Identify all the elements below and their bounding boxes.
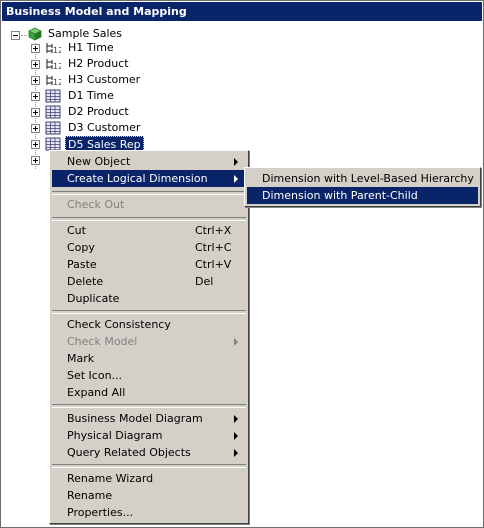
hierarchy-icon: 12 — [46, 75, 61, 87]
expand-node-icon[interactable] — [31, 92, 40, 101]
table-icon — [45, 121, 61, 135]
panel-title: Business Model and Mapping — [2, 2, 482, 21]
expand-node-icon[interactable] — [31, 76, 40, 85]
submenu-item-level-based-hierarchy[interactable]: Dimension with Level-Based Hierarchy — [247, 170, 478, 187]
menu-item-expand-all[interactable]: Expand All — [52, 384, 246, 401]
menu-item-copy[interactable]: Copy Ctrl+C — [52, 239, 246, 256]
submenu-arrow-icon — [234, 432, 238, 440]
table-icon — [45, 105, 61, 119]
tree-node-label: D2 Product — [68, 105, 129, 118]
menu-item-label: Cut — [67, 224, 86, 237]
svg-text:12: 12 — [53, 46, 61, 55]
menu-shortcut: Ctrl+V — [195, 258, 232, 271]
menu-item-check-consistency[interactable]: Check Consistency — [52, 316, 246, 333]
expand-node-icon[interactable] — [31, 140, 40, 149]
menu-item-label: Properties... — [67, 506, 134, 519]
create-logical-dimension-submenu: Dimension with Level-Based Hierarchy Dim… — [244, 167, 481, 219]
menu-item-check-model[interactable]: Check Model — [52, 333, 246, 350]
menu-item-properties[interactable]: Properties... — [52, 504, 246, 521]
menu-item-label: Check Model — [67, 335, 138, 348]
menu-separator — [52, 191, 246, 195]
menu-item-check-out[interactable]: Check Out — [52, 196, 246, 213]
menu-item-set-icon[interactable]: Set Icon... — [52, 367, 246, 384]
menu-item-label: Dimension with Parent-Child Hierarchy... — [262, 189, 418, 219]
tree-node-label: D3 Customer — [68, 121, 141, 134]
menu-item-mark[interactable]: Mark — [52, 350, 246, 367]
menu-item-label: Dimension with Level-Based Hierarchy — [262, 172, 474, 185]
svg-text:12: 12 — [53, 78, 61, 87]
business-model-panel: Business Model and Mapping Sample Sales … — [0, 0, 484, 528]
menu-item-physical-diagram[interactable]: Physical Diagram — [52, 427, 246, 444]
menu-item-cut[interactable]: Cut Ctrl+X — [52, 222, 246, 239]
tree-node-label: H3 Customer — [68, 73, 141, 86]
menu-item-paste[interactable]: Paste Ctrl+V — [52, 256, 246, 273]
hierarchy-icon: 12 — [46, 59, 61, 71]
menu-separator — [52, 464, 246, 468]
table-icon — [45, 137, 61, 151]
menu-item-create-logical-dimension[interactable]: Create Logical Dimension — [52, 170, 246, 187]
menu-item-label: Create Logical Dimension — [67, 172, 208, 185]
menu-item-label: Delete — [67, 275, 104, 288]
menu-separator — [52, 310, 246, 314]
table-icon — [45, 89, 61, 103]
menu-separator — [52, 404, 246, 408]
expand-node-icon[interactable] — [31, 108, 40, 117]
submenu-arrow-icon — [234, 449, 238, 457]
tree-node-label: H1 Time — [68, 41, 114, 54]
context-menu: New Object Create Logical Dimension Chec… — [49, 150, 249, 524]
svg-text:12: 12 — [53, 62, 61, 71]
menu-item-label: New Object — [67, 155, 131, 168]
menu-item-label: Set Icon... — [67, 369, 123, 382]
menu-item-delete[interactable]: Delete Del — [52, 273, 246, 290]
menu-item-label: Expand All — [67, 386, 126, 399]
menu-item-rename[interactable]: Rename — [52, 487, 246, 504]
expand-node-icon[interactable] — [31, 124, 40, 133]
menu-item-label: Query Related Objects — [67, 446, 191, 459]
menu-item-label: Mark — [67, 352, 95, 365]
menu-item-label: Physical Diagram — [67, 429, 163, 442]
menu-item-duplicate[interactable]: Duplicate — [52, 290, 246, 307]
menu-item-label: Rename Wizard — [67, 472, 154, 485]
expand-node-icon[interactable] — [31, 44, 40, 53]
menu-item-business-model-diagram[interactable]: Business Model Diagram — [52, 410, 246, 427]
menu-separator — [52, 217, 246, 221]
menu-item-new-object[interactable]: New Object — [52, 153, 246, 170]
business-model-cube-icon — [28, 27, 42, 41]
menu-item-label: Rename — [67, 489, 113, 502]
menu-item-label: Paste — [67, 258, 97, 271]
menu-item-label: Check Out — [67, 198, 125, 211]
submenu-item-parent-child-hierarchy[interactable]: Dimension with Parent-Child Hierarchy... — [247, 187, 478, 219]
menu-item-label: Business Model Diagram — [67, 412, 203, 425]
menu-shortcut: Ctrl+X — [195, 224, 232, 237]
expand-node-icon[interactable] — [31, 156, 40, 165]
expand-node-icon[interactable] — [31, 60, 40, 69]
menu-item-rename-wizard[interactable]: Rename Wizard — [52, 470, 246, 487]
menu-shortcut: Del — [195, 275, 214, 288]
menu-item-label: Duplicate — [67, 292, 120, 305]
submenu-arrow-icon — [234, 158, 238, 166]
submenu-arrow-icon — [234, 415, 238, 423]
menu-shortcut: Ctrl+C — [195, 241, 232, 254]
submenu-arrow-icon — [234, 175, 238, 183]
tree-node-label: D1 Time — [68, 89, 114, 102]
collapse-root-icon[interactable] — [11, 31, 20, 40]
submenu-arrow-icon — [234, 338, 238, 346]
menu-item-label: Copy — [67, 241, 95, 254]
tree-node-label: H2 Product — [68, 57, 129, 70]
menu-item-query-related-objects[interactable]: Query Related Objects — [52, 444, 246, 461]
hierarchy-icon: 12 — [46, 43, 61, 55]
menu-item-label: Check Consistency — [67, 318, 171, 331]
